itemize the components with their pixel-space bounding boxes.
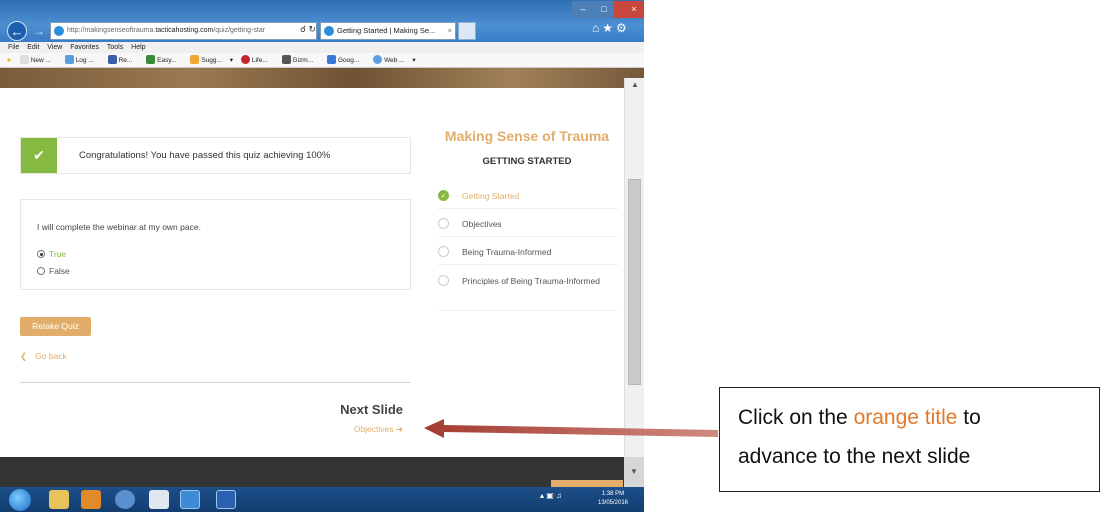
- callout-highlight: orange title: [853, 406, 958, 429]
- callout-line-1: Click on the orange title to: [738, 406, 981, 430]
- callout-line-2: advance to the next slide: [738, 445, 971, 468]
- annotation-arrow-shape: [424, 419, 718, 438]
- callout-text: Click on the: [738, 406, 854, 429]
- instruction-callout: Click on the orange title to advance to …: [719, 387, 1100, 492]
- callout-text: to: [957, 406, 981, 429]
